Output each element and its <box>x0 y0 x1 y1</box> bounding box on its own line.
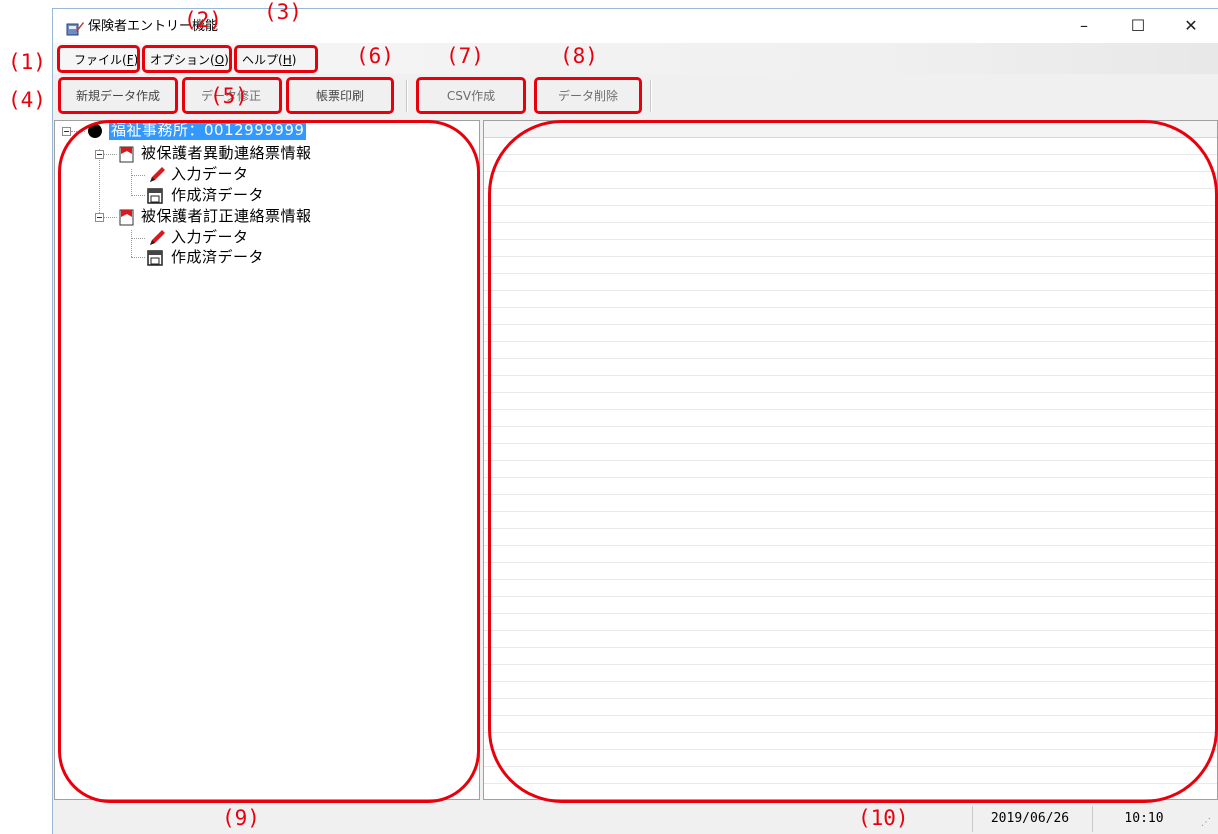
annotation-box-1 <box>57 45 140 73</box>
annotation-label-10: (10) <box>858 806 909 830</box>
annotation-label-8: (8) <box>560 44 598 68</box>
annotation-box-10 <box>488 120 1218 803</box>
app-pen-icon <box>66 22 84 36</box>
collapse-toggle[interactable] <box>62 127 71 136</box>
toolbar-separator <box>650 80 652 112</box>
annotation-label-7: (7) <box>446 44 484 68</box>
status-date: 2019/06/26 <box>990 811 1070 826</box>
annotation-label-4: (4) <box>8 88 46 112</box>
title-bar[interactable] <box>53 9 1218 43</box>
annotation-label-5: (5) <box>210 84 248 108</box>
annotation-box-2 <box>142 45 232 73</box>
resize-grip-icon[interactable]: ⋰ <box>1201 818 1211 828</box>
status-separator <box>972 806 973 832</box>
annotation-box-4 <box>58 77 178 114</box>
annotation-label-3: (3) <box>264 0 302 24</box>
close-button[interactable]: ✕ <box>1168 9 1214 43</box>
status-time: 10:10 <box>1124 811 1164 826</box>
minimize-button[interactable]: – <box>1061 9 1107 43</box>
annotation-box-8 <box>534 77 642 114</box>
annotation-label-6: (6) <box>356 44 394 68</box>
maximize-button[interactable]: ☐ <box>1115 9 1161 43</box>
annotation-box-7 <box>416 77 526 114</box>
toolbar-separator <box>406 80 408 112</box>
annotation-label-1: (1) <box>8 50 46 74</box>
annotation-label-2: (2) <box>184 8 222 32</box>
annotation-box-3 <box>234 45 318 73</box>
annotation-label-9: (9) <box>222 806 260 830</box>
annotation-box-6 <box>286 77 394 114</box>
status-separator <box>1092 806 1093 832</box>
annotation-box-9 <box>58 120 480 803</box>
